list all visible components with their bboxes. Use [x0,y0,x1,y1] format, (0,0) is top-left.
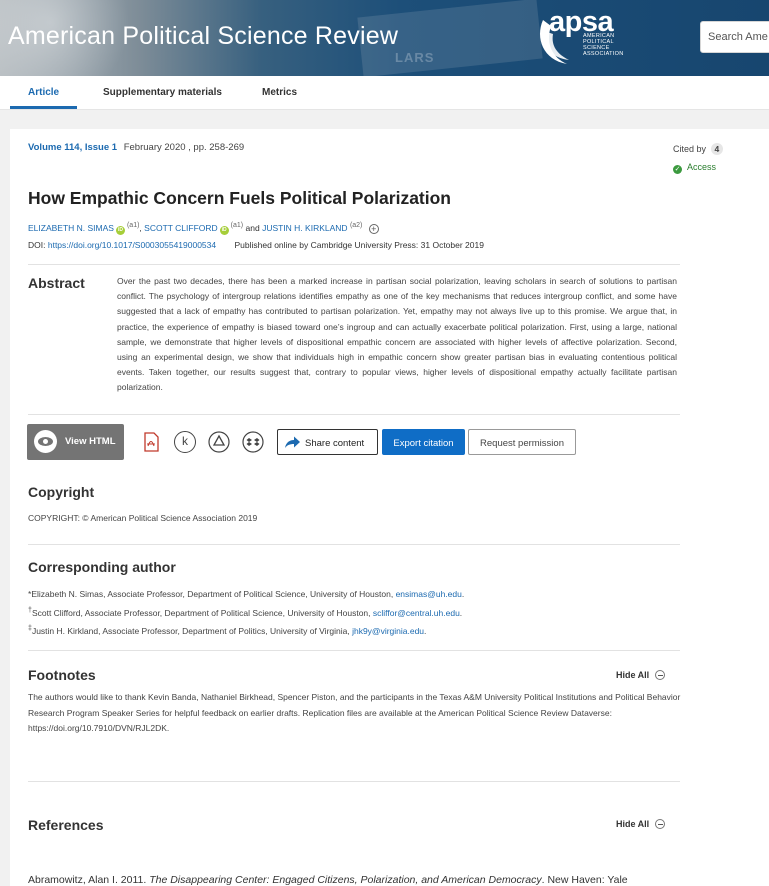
eye-icon [34,430,57,453]
journal-title[interactable]: American Political Science Review [8,22,398,51]
tab-metrics[interactable]: Metrics [262,87,297,98]
volume-issue-link[interactable]: Volume 114, Issue 1 [28,142,117,153]
author-affiliation: (a1) [126,222,140,229]
authors-and: and [245,222,260,233]
divider [28,544,680,545]
tab-article[interactable]: Article [28,87,59,98]
issue-meta: Volume 114, Issue 1 February 2020 , pp. … [28,142,244,153]
divider [28,264,680,265]
footnotes-heading: Footnotes [28,667,96,683]
reference-item: Abramowitz, Alan I. 2011. The Disappeari… [28,874,628,886]
share-content-button[interactable]: Share content [277,429,378,455]
access-label: Access [687,162,717,172]
doi-link[interactable]: https://doi.org/10.1017/S000305541900053… [48,240,216,250]
references-hide-all-button[interactable]: Hide All [616,819,666,829]
collapse-icon [655,670,666,680]
request-permission-button[interactable]: Request permission [468,429,576,455]
references-heading: References [28,817,104,833]
export-citation-button[interactable]: Export citation [382,429,465,455]
view-html-button[interactable]: View HTML [27,424,124,460]
date-pages: February 2020 , pp. 258-269 [123,142,245,153]
google-drive-icon[interactable] [208,431,230,453]
email-link[interactable]: jhk9y@virginia.edu [352,626,424,636]
kindle-icon[interactable]: k [174,431,196,453]
orcid-icon[interactable]: iD [115,225,125,235]
share-arrow-icon [285,436,300,448]
abstract-heading: Abstract [28,275,85,291]
collapse-icon [655,819,666,829]
apsa-logo-subtitle: American Political Science Association [583,33,624,57]
orcid-icon[interactable]: iD [219,225,229,235]
email-link[interactable]: ensimas@uh.edu [396,589,462,599]
tab-supplementary-materials[interactable]: Supplementary materials [103,87,222,98]
corresponding-entry: *Elizabeth N. Simas, Associate Professor… [28,589,465,599]
doi-line: DOI: https://doi.org/10.1017/S0003055419… [28,240,484,250]
share-content-label: Share content [305,438,365,449]
corresponding-author-heading: Corresponding author [28,559,176,575]
cited-by-label: Cited by [673,144,707,154]
hide-all-label: Hide All [616,819,650,829]
author-link[interactable]: ELIZABETH N. SIMAS [28,223,114,233]
dropbox-icon[interactable] [242,431,264,453]
article-title: How Empathic Concern Fuels Political Pol… [28,188,451,208]
corresponding-author-list: *Elizabeth N. Simas, Associate Professor… [28,587,464,639]
divider [28,650,680,651]
pdf-icon[interactable] [140,431,162,453]
article-card: Volume 114, Issue 1 February 2020 , pp. … [10,129,769,886]
hide-all-label: Hide All [616,670,650,680]
author-link[interactable]: SCOTT CLIFFORD [144,223,218,233]
email-link[interactable]: scliffor@central.uh.edu [373,607,460,617]
banner-texture-text: LARS [395,50,435,65]
footnotes-text: The authors would like to thank Kevin Ba… [28,692,681,733]
author-list: ELIZABETH N. SIMAS iD(a1), SCOTT CLIFFORD… [28,222,379,235]
cited-by[interactable]: Cited by 4 [673,143,724,155]
corresponding-entry: ‡Justin H. Kirkland, Associate Professor… [28,623,427,636]
published-date: Published online by Cambridge University… [234,240,484,250]
check-icon: ✓ [673,165,682,174]
author-affiliation: (a2) [349,222,363,229]
view-html-label: View HTML [65,436,116,447]
reference-title: The Disappearing Center: Engaged Citizen… [149,874,542,886]
expand-authors-icon[interactable]: + [368,223,379,234]
divider [28,414,680,415]
active-tab-indicator [10,106,77,109]
search-input[interactable]: Search Ame [700,21,769,53]
abstract-text: Over the past two decades, there has bee… [117,276,677,393]
footnotes-hide-all-button[interactable]: Hide All [616,670,666,680]
corresponding-entry: †Scott Clifford, Associate Professor, De… [28,605,463,618]
access-status: ✓ Access [673,162,716,174]
author-link[interactable]: JUSTIN H. KIRKLAND [262,223,348,233]
journal-banner: LARS American Political Science Review a… [0,0,769,76]
cited-by-count: 4 [710,143,724,155]
copyright-heading: Copyright [28,484,95,500]
author-affiliation: (a1) [230,222,244,229]
doi-label: DOI: [28,240,46,250]
divider [28,781,680,782]
article-tabs: Article Supplementary materials Metrics [0,76,769,110]
copyright-text: COPYRIGHT: © American Political Science … [28,513,258,523]
